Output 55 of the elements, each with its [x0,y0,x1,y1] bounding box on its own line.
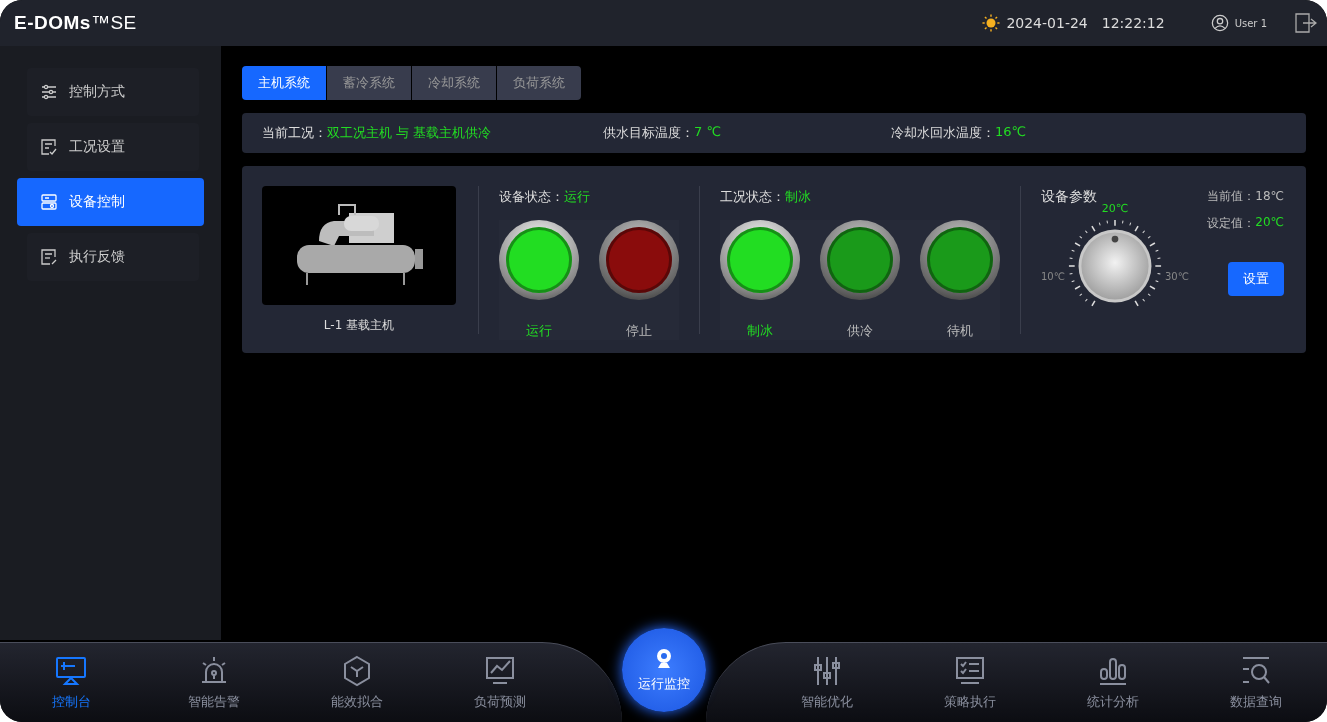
current-value: 当前值：18℃ [1207,188,1284,205]
set-value: 20℃ [1255,215,1284,231]
monitor-button[interactable]: 运行监控 [621,628,706,712]
user-name[interactable]: User 1 [1234,17,1267,29]
sun-icon [982,14,1001,32]
monitor-icon [55,654,88,687]
lamp-label: 运行 [526,322,552,340]
status-label: 设备状态： [499,189,564,204]
menu-item-icon [41,194,57,210]
checklist-icon [953,654,986,687]
logo: E-DOMs™SE [14,12,137,34]
menu-item-icon [41,139,57,155]
lamp-label: 待机 [947,322,973,340]
lamp-label: 制冰 [747,322,773,340]
menu-item-icon [41,249,57,265]
nav-item[interactable]: 负荷预测 [455,654,546,711]
nav-item[interactable]: 能效拟合 [312,654,403,711]
time-text: 12:22:12 [1101,15,1165,31]
nav-item[interactable]: 控制台 [26,654,117,711]
menu-item-icon [41,84,57,100]
sidebar-item[interactable]: 控制方式 [27,68,199,116]
status-value: 制冰 [785,189,811,204]
nav-item[interactable]: 统计分析 [1067,654,1158,711]
sidebar-item[interactable]: 工况设置 [27,123,199,171]
user-icon[interactable] [1210,14,1229,32]
info-label: 供水目标温度： [603,124,694,142]
lamp-label: 供冷 [847,322,873,340]
params-title: 设备参数 [1041,188,1097,206]
info-value: 双工况主机 与 基载主机供冷 [327,124,492,142]
tab[interactable]: 负荷系统 [497,66,581,100]
knob-max-label: 30℃ [1164,270,1189,282]
lamp-label: 停止 [626,322,652,340]
exit-icon[interactable] [1295,13,1317,33]
set-button[interactable]: 设置 [1228,262,1284,296]
date-text: 2024-01-24 [1006,15,1088,31]
sidebar-item[interactable]: 设备控制 [17,178,204,226]
status-value: 运行 [564,189,590,204]
info-value: 7 ℃ [694,124,721,141]
info-label: 当前工况： [262,124,327,142]
info-label: 冷却水回水温度： [891,124,995,142]
info-value: 16℃ [995,124,1027,141]
tab[interactable]: 冷却系统 [412,66,496,100]
knob-value-label: 20℃ [1101,202,1129,215]
nav-item[interactable]: 数据查询 [1210,654,1301,711]
nav-item[interactable]: 策略执行 [924,654,1015,711]
set-label: 设定值： [1207,215,1256,232]
device-name: L-1 基载主机 [323,317,395,334]
tab[interactable]: 蓄冷系统 [327,66,411,100]
status-label: 工况状态： [720,189,785,204]
knob-min-label: 10℃ [1041,270,1065,282]
nav-item[interactable]: 智能告警 [169,654,260,711]
nav-item[interactable]: 智能优化 [781,654,872,711]
chart-icon [484,654,517,687]
tab[interactable]: 主机系统 [242,66,326,100]
sidebar-item[interactable]: 执行反馈 [27,233,199,281]
